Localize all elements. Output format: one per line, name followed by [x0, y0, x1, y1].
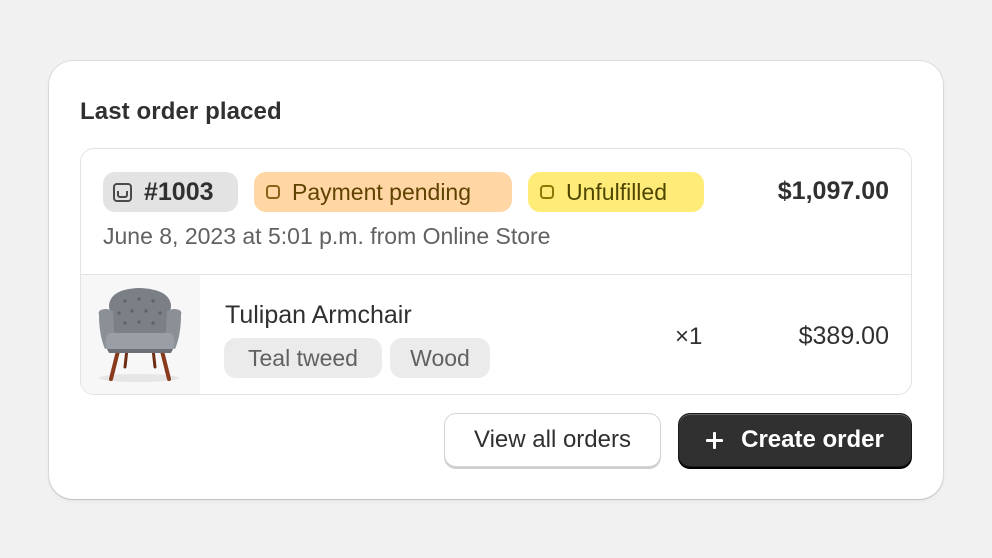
create-order-button[interactable]: Create order [678, 413, 912, 467]
order-total: $1,097.00 [777, 177, 889, 205]
payment-status-badge: Payment pending [254, 172, 512, 212]
status-ring-icon [266, 185, 280, 199]
fulfillment-status-label: Unfulfilled [566, 178, 667, 205]
quantity: ×1 [675, 323, 703, 350]
line-item[interactable]: Tulipan Armchair Teal tweed Wood ×1 $389… [81, 275, 911, 394]
armchair-image [98, 288, 182, 382]
card-title: Last order placed [80, 98, 282, 125]
product-thumbnail [81, 275, 200, 394]
order-summary: #1003 Payment pending Unfulfilled $1,097… [80, 148, 912, 395]
payment-status-label: Payment pending [292, 178, 472, 205]
create-order-label: Create order [741, 426, 884, 453]
view-all-orders-button[interactable]: View all orders [444, 413, 661, 467]
status-ring-icon [540, 185, 554, 199]
last-order-card: Last order placed #1003 Payment pending … [49, 61, 943, 499]
line-item-price: $389.00 [798, 322, 889, 350]
view-all-orders-label: View all orders [474, 426, 631, 453]
plus-icon [706, 431, 724, 449]
fulfillment-status-badge: Unfulfilled [528, 172, 704, 212]
variant-tag: Teal tweed [224, 338, 382, 378]
order-meta: June 8, 2023 at 5:01 p.m. from Online St… [103, 223, 551, 249]
variant-tag: Wood [390, 338, 490, 378]
order-number: #1003 [144, 177, 214, 206]
order-number-badge[interactable]: #1003 [103, 172, 238, 212]
product-name[interactable]: Tulipan Armchair [225, 301, 412, 330]
order-header: #1003 Payment pending Unfulfilled $1,097… [81, 149, 911, 275]
inbox-icon [113, 182, 132, 202]
